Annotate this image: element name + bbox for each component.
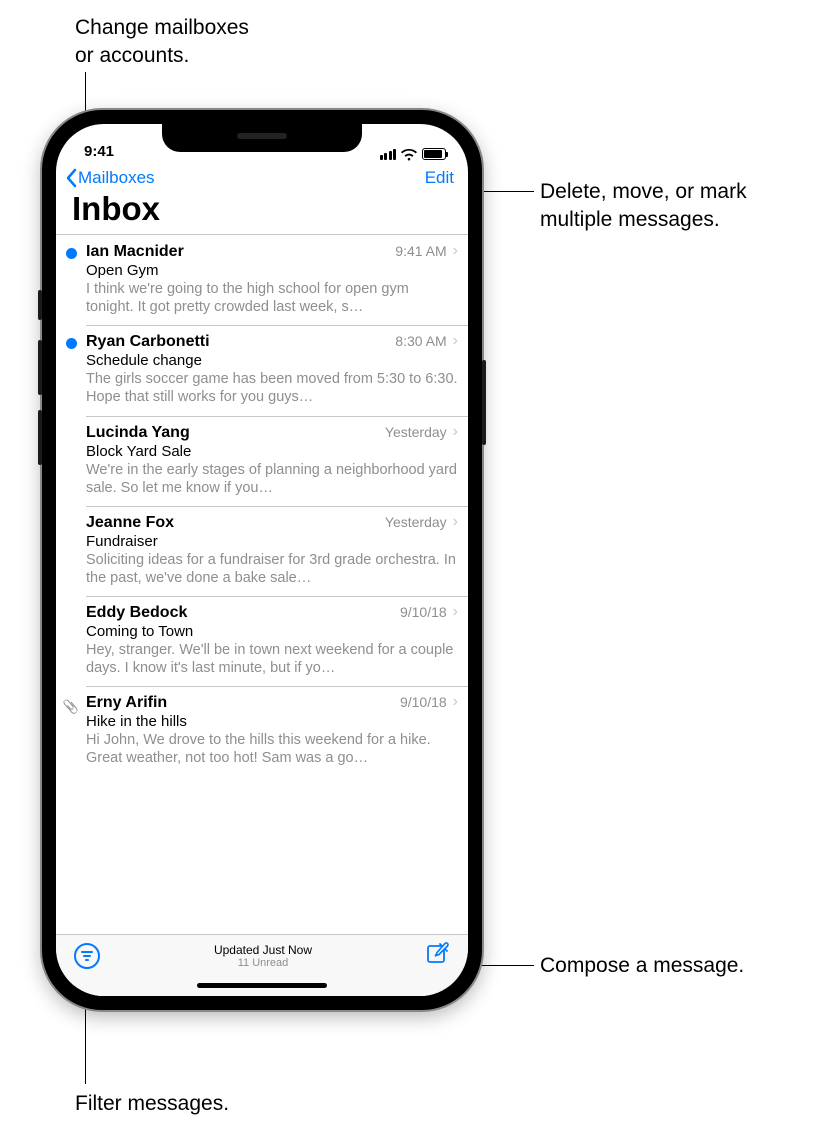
unread-dot-icon xyxy=(66,248,77,259)
wifi-icon xyxy=(401,148,417,160)
message-body: Eddy Bedock 9/10/18 › Coming to TownHey, st… xyxy=(86,603,468,677)
notch xyxy=(162,124,362,152)
chevron-right-icon: › xyxy=(453,603,458,621)
back-label: Mailboxes xyxy=(78,168,155,188)
message-sender: Lucinda Yang xyxy=(86,424,190,442)
message-preview: Hey, stranger. We'll be in town next wee… xyxy=(86,641,458,677)
message-list[interactable]: Ian Macnider 9:41 AM › Open GymI think we'r… xyxy=(56,234,468,934)
message-subject: Block Yard Sale xyxy=(86,443,458,460)
message-time: 8:30 AM xyxy=(395,333,446,349)
compose-button[interactable] xyxy=(426,941,450,970)
chevron-right-icon: › xyxy=(453,513,458,531)
chevron-right-icon: › xyxy=(453,693,458,711)
message-row[interactable]: Lucinda Yang Yesterday › Block Yard SaleWe'… xyxy=(56,416,468,506)
edit-button[interactable]: Edit xyxy=(425,168,454,188)
message-subject: Fundraiser xyxy=(86,533,458,550)
chevron-left-icon xyxy=(64,168,78,188)
message-body: Ian Macnider 9:41 AM › Open GymI think we'r… xyxy=(86,242,468,316)
screen: 9:41 Mailboxes Edit Inbox Ia xyxy=(56,124,468,996)
volume-up-button xyxy=(38,340,42,395)
message-marker xyxy=(56,242,86,316)
nav-bar: Mailboxes Edit xyxy=(56,162,468,190)
chevron-right-icon: › xyxy=(453,423,458,441)
phone-frame: 9:41 Mailboxes Edit Inbox Ia xyxy=(42,110,482,1010)
filter-button[interactable] xyxy=(74,943,100,969)
message-marker xyxy=(56,603,86,677)
message-preview: The girls soccer game has been moved fro… xyxy=(86,370,458,406)
callout-edit: Delete, move, or mark multiple messages. xyxy=(540,178,747,235)
message-sender: Erny Arifin xyxy=(86,694,167,712)
message-preview: Hi John, We drove to the hills this week… xyxy=(86,731,458,767)
message-subject: Open Gym xyxy=(86,262,458,279)
message-sender: Jeanne Fox xyxy=(86,514,174,532)
message-row[interactable]: Ian Macnider 9:41 AM › Open GymI think we'r… xyxy=(56,235,468,325)
chevron-right-icon: › xyxy=(453,332,458,350)
message-marker xyxy=(56,423,86,497)
message-body: Ryan Carbonetti 8:30 AM › Schedule changeTh… xyxy=(86,332,468,406)
message-time: 9/10/18 xyxy=(400,604,447,620)
message-row[interactable]: Ryan Carbonetti 8:30 AM › Schedule changeTh… xyxy=(56,325,468,415)
message-time: 9/10/18 xyxy=(400,694,447,710)
message-row[interactable]: Eddy Bedock 9/10/18 › Coming to TownHey, st… xyxy=(56,596,468,686)
message-preview: Soliciting ideas for a fundraiser for 3r… xyxy=(86,551,458,587)
message-marker xyxy=(56,332,86,406)
message-preview: I think we're going to the high school f… xyxy=(86,280,458,316)
message-sender: Ian Macnider xyxy=(86,243,184,261)
message-row[interactable]: 📎 Erny Arifin 9/10/18 › Hike in the hillsHi … xyxy=(56,686,468,776)
message-sender: Eddy Bedock xyxy=(86,604,187,622)
toolbar-status: Updated Just Now 11 Unread xyxy=(214,943,312,969)
chevron-right-icon: › xyxy=(453,242,458,260)
message-marker: 📎 xyxy=(56,693,86,767)
attachment-icon: 📎 xyxy=(63,699,79,767)
message-time: Yesterday xyxy=(385,514,447,530)
silence-switch xyxy=(38,290,42,320)
message-body: Lucinda Yang Yesterday › Block Yard SaleWe'… xyxy=(86,423,468,497)
callout-filter: Filter messages. xyxy=(75,1090,229,1118)
unread-count: 11 Unread xyxy=(214,957,312,969)
message-subject: Schedule change xyxy=(86,352,458,369)
message-preview: We're in the early stages of planning a … xyxy=(86,461,458,497)
callout-mailboxes: Change mailboxes or accounts. xyxy=(75,14,249,71)
message-sender: Ryan Carbonetti xyxy=(86,333,210,351)
message-body: Erny Arifin 9/10/18 › Hike in the hillsHi J… xyxy=(86,693,468,767)
unread-dot-icon xyxy=(66,338,77,349)
message-subject: Coming to Town xyxy=(86,623,458,640)
cellular-icon xyxy=(380,149,397,160)
message-time: 9:41 AM xyxy=(395,243,446,259)
message-row[interactable]: Jeanne Fox Yesterday › FundraiserSoliciting… xyxy=(56,506,468,596)
message-body: Jeanne Fox Yesterday › FundraiserSoliciting… xyxy=(86,513,468,587)
battery-icon xyxy=(422,148,446,160)
compose-icon xyxy=(426,941,450,965)
home-indicator xyxy=(56,974,468,996)
message-subject: Hike in the hills xyxy=(86,713,458,730)
updated-label: Updated Just Now xyxy=(214,943,312,957)
status-time: 9:41 xyxy=(84,143,114,160)
back-button[interactable]: Mailboxes xyxy=(64,168,155,188)
toolbar: Updated Just Now 11 Unread xyxy=(56,934,468,974)
power-button xyxy=(482,360,486,445)
callout-compose: Compose a message. xyxy=(540,952,744,980)
volume-down-button xyxy=(38,410,42,465)
message-time: Yesterday xyxy=(385,424,447,440)
message-marker xyxy=(56,513,86,587)
page-title: Inbox xyxy=(56,190,468,234)
